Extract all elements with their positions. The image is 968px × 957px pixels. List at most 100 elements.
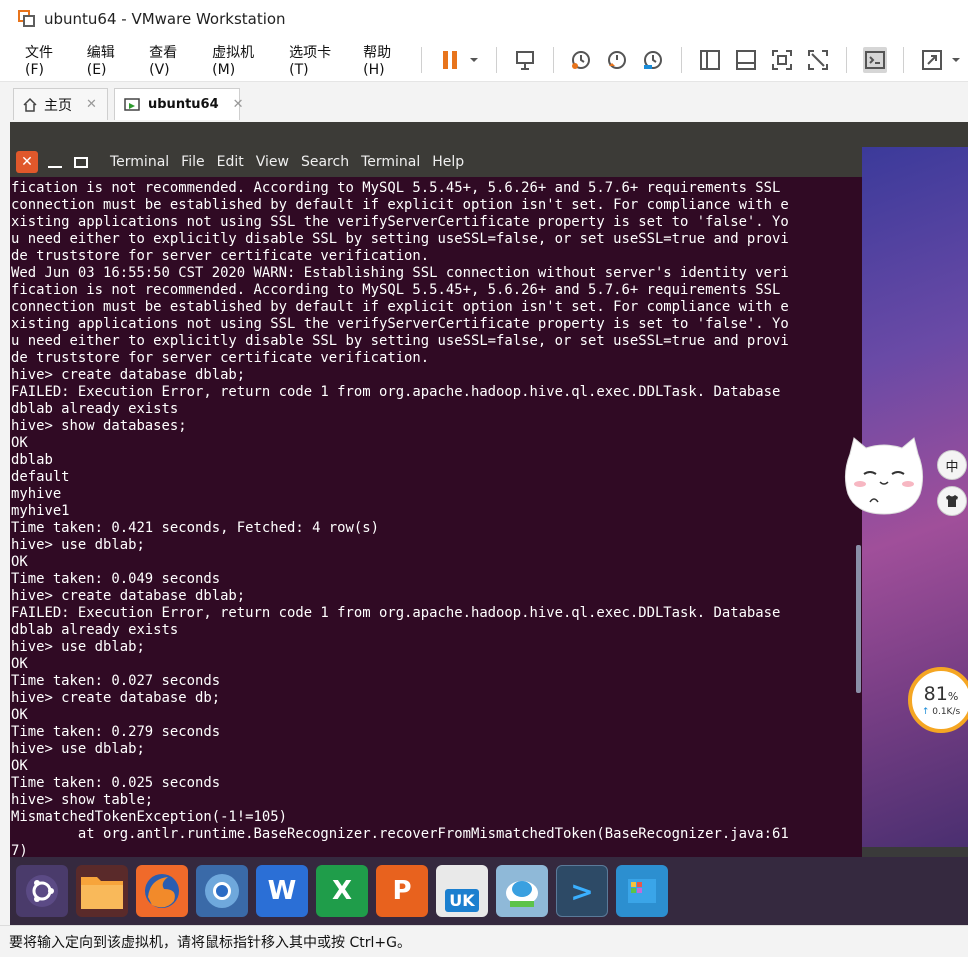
tab-home[interactable]: 主页 ✕ [13,88,108,120]
thumbnail-bar-icon[interactable] [734,47,758,73]
terminal-line: Time taken: 0.027 seconds [11,673,221,689]
terminal-menu-search[interactable]: Search [301,154,349,170]
terminal-app-icon[interactable]: > [556,865,608,917]
stretch-guest-icon[interactable] [920,47,944,73]
terminal-line: Time taken: 0.049 seconds [11,571,221,587]
sidebar-toggle-icon[interactable] [698,47,722,73]
terminal-line: hive> create database db; [11,690,221,706]
terminal-line: hive> create database dblab; [11,367,246,383]
terminal-line: fication is not recommended. According t… [11,180,781,196]
status-bar: 要将输入定向到该虚拟机，请将鼠标指针移入其中或按 Ctrl+G。 [0,925,968,957]
terminal-line: xisting applications not using SSL the v… [11,316,789,332]
terminal-line: connection must be established by defaul… [11,197,789,213]
workspace-switcher-icon[interactable] [616,865,668,917]
terminal-line: myhive [11,486,62,502]
vm-screen[interactable]: ✕ Terminal File Edit View Search Termina… [10,122,968,925]
terminal-scrollbar[interactable] [856,545,861,693]
cat-sticker-image [842,434,926,516]
terminal-line: OK [11,656,28,672]
terminal-line: de truststore for server certificate ver… [11,350,430,366]
terminal-line: hive> use dblab; [11,741,145,757]
terminal-line: u need either to explicitly disable SSL … [11,333,789,349]
tab-bar: 主页 ✕ ubuntu64 ✕ [0,82,968,122]
menu-bar: 文件(F) 编辑(E) 查看(V) 虚拟机(M) 选项卡(T) 帮助(H) [0,38,968,82]
pause-icon[interactable] [438,47,462,73]
guest-top-panel [10,122,968,147]
terminal-line: hive> create database dblab; [11,588,246,604]
revert-snapshot-icon[interactable] [605,47,629,73]
terminal-line: hive> use dblab; [11,639,145,655]
terminal-line: Time taken: 0.279 seconds [11,724,221,740]
writer-icon[interactable]: W [256,865,308,917]
unity-mode-icon[interactable] [806,47,830,73]
menu-view[interactable]: 查看(V) [147,40,192,80]
send-ctrl-alt-del-icon[interactable] [513,47,537,73]
speed-rate: ↑ 0.1K/s [921,706,961,717]
terminal-line: OK [11,758,28,774]
menu-help[interactable]: 帮助(H) [361,40,407,80]
terminal-output[interactable]: fication is not recommended. According t… [10,180,862,857]
home-icon [22,97,38,113]
vm-app-icon[interactable] [496,865,548,917]
maximize-icon[interactable] [74,156,88,168]
network-speed-widget[interactable]: 81% ↑ 0.1K/s [908,667,968,733]
menu-file[interactable]: 文件(F) [23,40,67,80]
close-icon[interactable]: ✕ [233,97,244,112]
fullscreen-icon[interactable] [770,47,794,73]
tab-ubuntu64-label: ubuntu64 [148,97,219,112]
terminal-menu-help[interactable]: Help [432,154,464,170]
terminal-line: myhive1 [11,503,70,519]
close-icon[interactable]: ✕ [86,97,97,112]
menu-edit[interactable]: 编辑(E) [85,40,129,80]
vm-icon [124,97,142,113]
chevron-down-icon[interactable] [950,47,962,73]
terminal-line: Time taken: 0.025 seconds [11,775,221,791]
chevron-down-icon[interactable] [468,47,480,73]
terminal-line: de truststore for server certificate ver… [11,248,430,264]
tab-ubuntu64[interactable]: ubuntu64 ✕ [114,88,244,120]
terminal-line: connection must be established by defaul… [11,299,789,315]
terminal-line: hive> show databases; [11,418,187,434]
terminal-line: OK [11,707,28,723]
terminal-window[interactable]: ✕ Terminal File Edit View Search Termina… [10,147,862,857]
terminal-line: at org.antlr.runtime.BaseRecognizer.reco… [11,826,789,842]
terminal-menu-file[interactable]: File [181,154,204,170]
impress-icon[interactable]: P [376,865,428,917]
minimize-icon[interactable] [48,166,62,168]
terminal-line: default [11,469,70,485]
terminal-line: hive> use dblab; [11,537,145,553]
terminal-line: Wed Jun 03 16:55:50 CST 2020 WARN: Estab… [11,265,789,281]
menu-tabs[interactable]: 选项卡(T) [287,40,343,80]
upload-arrow-icon: ↑ [921,706,930,717]
terminal-line: u need either to explicitly disable SSL … [11,231,789,247]
terminal-menu-edit[interactable]: Edit [217,154,244,170]
tshirt-icon[interactable] [937,486,967,516]
terminal-line: 7) [11,843,28,857]
terminal-line: xisting applications not using SSL the v… [11,214,789,230]
terminal-menu-terminal[interactable]: Terminal [361,154,420,170]
console-view-icon[interactable] [863,46,888,73]
menu-vm[interactable]: 虚拟机(M) [210,40,269,80]
terminal-line: dblab already exists [11,401,179,417]
title-bar: ubuntu64 - VMware Workstation [0,0,968,38]
terminal-menu-view[interactable]: View [256,154,289,170]
terminal-menu-title: Terminal [110,154,170,170]
snapshot-manager-icon[interactable] [641,47,665,73]
ime-label: 中 [945,459,959,475]
terminal-line: OK [11,554,28,570]
files-icon[interactable] [76,865,128,917]
terminal-line: dblab already exists [11,622,179,638]
ubuntu-icon[interactable] [16,865,68,917]
tab-home-label: 主页 [44,97,72,114]
ime-toggle-button[interactable]: 中 [937,450,967,480]
software-center-icon[interactable]: UK [436,865,488,917]
snapshot-icon[interactable] [569,47,593,73]
chromium-icon[interactable] [196,865,248,917]
terminal-line: FAILED: Execution Error, return code 1 f… [11,384,781,400]
close-icon[interactable]: ✕ [16,151,38,173]
firefox-icon[interactable] [136,865,188,917]
calc-icon[interactable]: X [316,865,368,917]
terminal-line: dblab [11,452,53,468]
speed-percent: 81% [923,682,959,705]
window-title: ubuntu64 - VMware Workstation [44,10,286,28]
